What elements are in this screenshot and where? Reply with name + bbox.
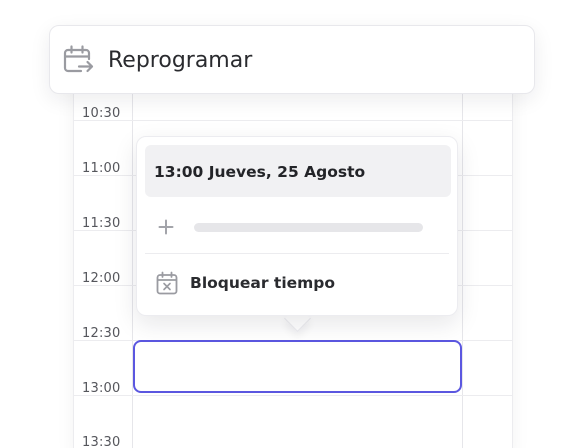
reschedule-header: Reprogramar	[49, 25, 535, 94]
calendar-reschedule-icon	[63, 45, 94, 73]
time-label: 11:00	[82, 161, 121, 176]
day-column-divider	[462, 40, 463, 448]
reschedule-view: 10:30 11:00 11:30 12:00 12:30 13:00 13:3…	[0, 0, 584, 448]
time-label: 12:30	[82, 326, 121, 341]
add-event-row[interactable]	[145, 209, 451, 245]
time-label: 10:30	[82, 106, 121, 121]
plus-icon	[158, 219, 174, 235]
time-slot-popup: 13:00 Jueves, 25 Agosto Bloquear tiempo	[136, 136, 458, 316]
selected-date-label: 13:00 Jueves, 25 Agosto	[154, 163, 366, 181]
time-label: 13:00	[82, 381, 121, 396]
selected-date-option[interactable]: 13:00 Jueves, 25 Agosto	[145, 145, 451, 197]
time-label: 11:30	[82, 216, 121, 231]
block-time-option[interactable]: Bloquear tiempo	[145, 261, 451, 305]
event-title-placeholder	[194, 223, 423, 232]
grid-line	[74, 395, 512, 396]
popup-divider	[145, 253, 449, 254]
grid-line	[74, 120, 512, 121]
block-time-label: Bloquear tiempo	[190, 274, 336, 292]
page-title: Reprogramar	[108, 48, 253, 73]
time-label: 12:00	[82, 271, 121, 286]
calendar-x-icon	[156, 271, 178, 295]
selected-time-slot[interactable]	[133, 340, 462, 393]
time-label: 13:30	[82, 435, 121, 448]
